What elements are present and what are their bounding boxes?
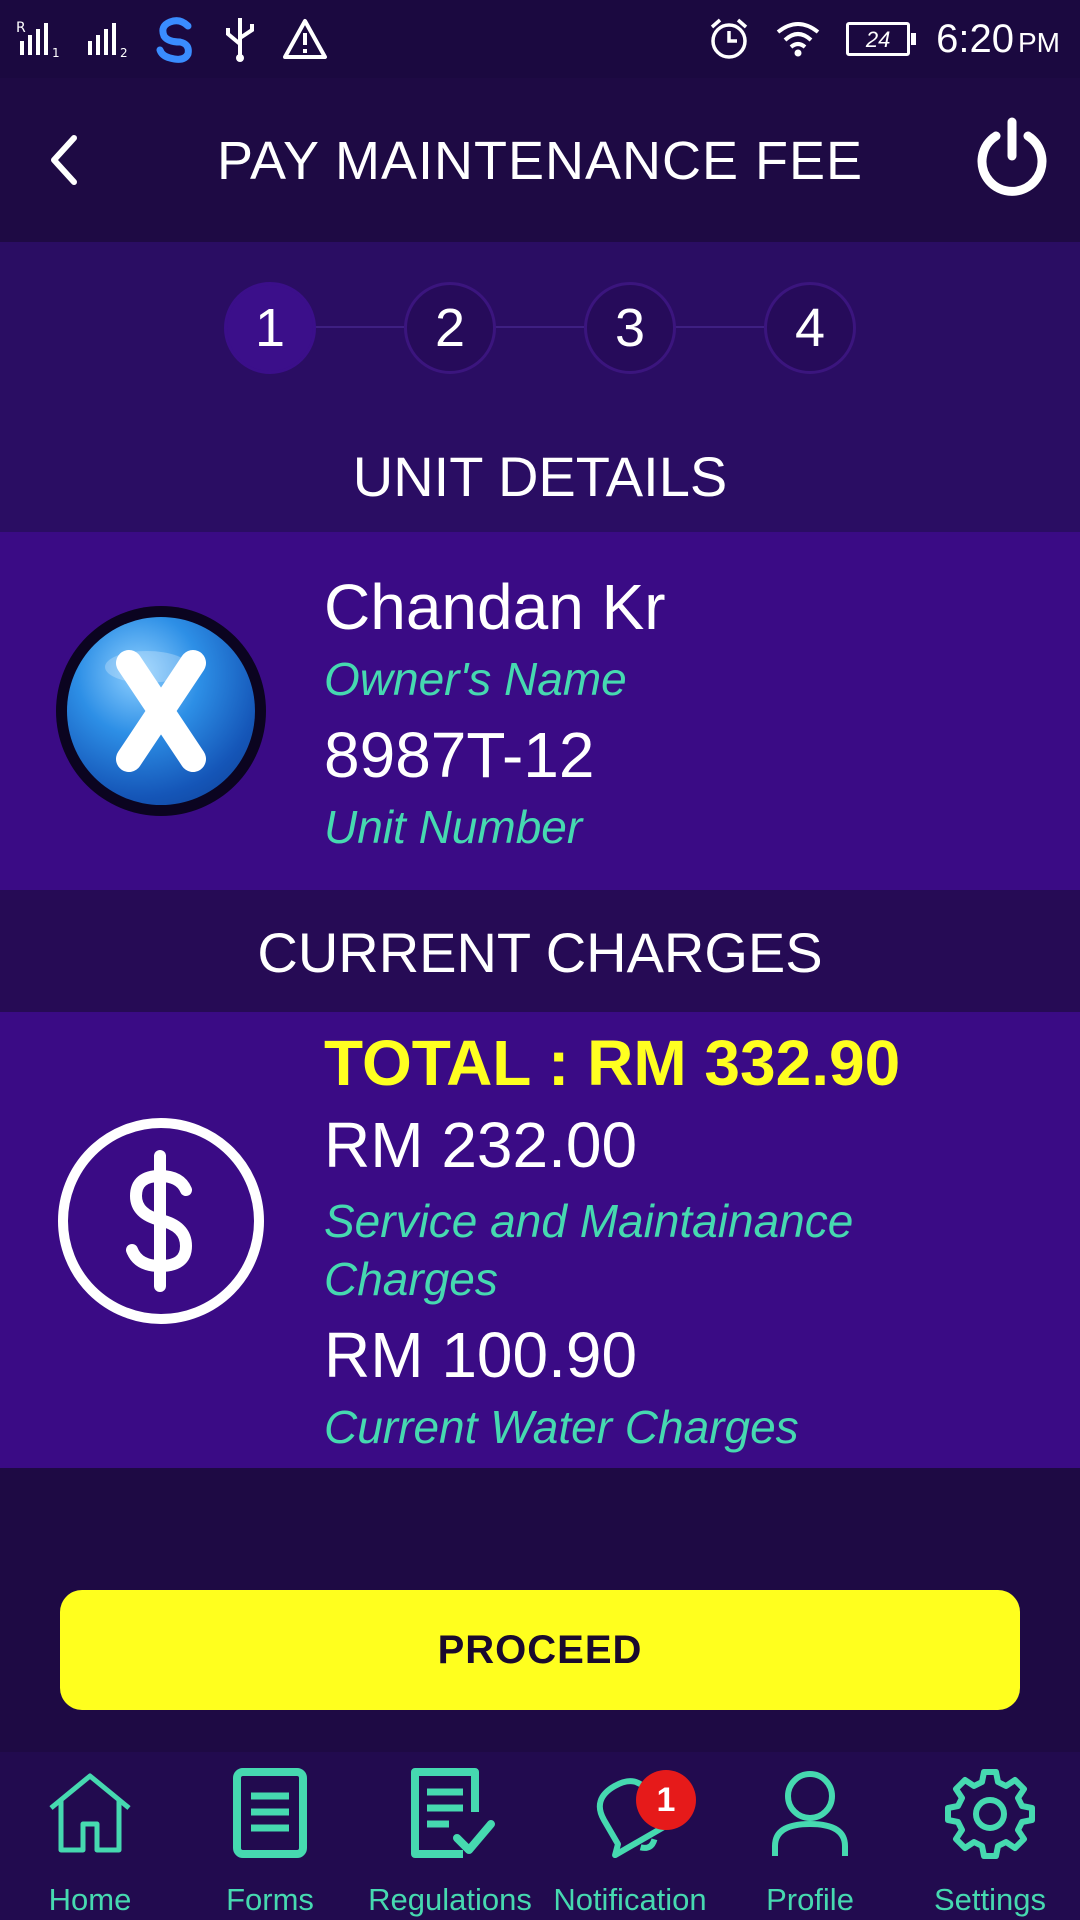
profile-icon <box>772 1771 848 1856</box>
signal-1-icon: R 1 <box>16 20 60 59</box>
avatar <box>56 606 266 816</box>
step-4[interactable]: 4 <box>764 282 856 374</box>
status-bar: R 1 2 24 6:20 PM <box>0 0 1080 78</box>
nav-profile[interactable]: Profile <box>720 1752 900 1920</box>
clock: 6:20 PM <box>936 17 1060 62</box>
nav-forms[interactable]: Forms <box>180 1752 360 1920</box>
x-logo-icon <box>67 617 255 805</box>
svg-text:2: 2 <box>120 46 128 59</box>
svg-text:1: 1 <box>52 46 60 59</box>
nav-notification[interactable]: 1 Notification <box>540 1752 720 1920</box>
battery-icon: 24 <box>846 22 917 56</box>
water-amount: RM 100.90 <box>324 1319 638 1391</box>
current-charges-card: TOTAL : RM 332.90 RM 232.00 Service and … <box>0 1012 1080 1468</box>
water-label: Current Water Charges <box>324 1401 799 1453</box>
unit-details-card: Chandan Kr Owner's Name 8987T-12 Unit Nu… <box>0 532 1080 890</box>
stepper-section: 1 2 3 4 UNIT DETAILS <box>0 242 1080 532</box>
warning-icon <box>283 19 327 59</box>
stepper: 1 2 3 4 <box>224 282 856 374</box>
current-charges-title: CURRENT CHARGES <box>257 921 823 984</box>
svg-text:R: R <box>16 20 26 36</box>
usb-icon <box>226 18 254 62</box>
alarm-icon <box>710 18 748 59</box>
service-amount: RM 232.00 <box>324 1109 638 1181</box>
nav-profile-label: Profile <box>766 1882 854 1917</box>
dollar-icon <box>56 1116 266 1326</box>
gear-icon <box>945 1769 1035 1859</box>
signal-2-icon: 2 <box>88 23 128 59</box>
step-connector <box>670 326 764 328</box>
unit-details-title: UNIT DETAILS <box>352 445 728 508</box>
step-3[interactable]: 3 <box>584 282 676 374</box>
nav-home[interactable]: Home <box>0 1752 180 1920</box>
step-2[interactable]: 2 <box>404 282 496 374</box>
total-amount: TOTAL : RM 332.90 <box>324 1027 901 1099</box>
clock-ampm: PM <box>1018 26 1060 58</box>
unit-details-text: Chandan Kr Owner's Name 8987T-12 Unit Nu… <box>324 570 666 854</box>
nav-settings[interactable]: Settings <box>900 1752 1080 1920</box>
owner-name: Chandan Kr <box>324 571 666 643</box>
status-icons-left: R 1 2 <box>16 14 328 64</box>
nav-forms-label: Forms <box>226 1882 314 1917</box>
bottom-nav: Home Forms Regulations 1 Notification Pr… <box>0 1752 1080 1920</box>
nav-home-label: Home <box>48 1882 132 1917</box>
service-label: Service and Maintainance Charges <box>324 1195 854 1305</box>
charges-text: TOTAL : RM 332.90 RM 232.00 Service and … <box>324 1026 1024 1454</box>
battery-level: 24 <box>865 27 891 52</box>
notification-badge: 1 <box>636 1770 696 1830</box>
page-title: PAY MAINTENANCE FEE <box>216 131 864 191</box>
step-1[interactable]: 1 <box>224 282 316 374</box>
app-s-icon <box>156 17 192 63</box>
power-icon <box>977 117 1047 196</box>
logout-button[interactable] <box>974 116 1050 198</box>
unit-number-label: Unit Number <box>324 801 583 853</box>
wifi-icon <box>776 22 820 57</box>
unit-number: 8987T-12 <box>324 719 595 791</box>
current-charges-header: CURRENT CHARGES <box>0 890 1080 1012</box>
step-connector <box>310 326 404 328</box>
nav-regulations[interactable]: Regulations <box>360 1752 540 1920</box>
status-icons-right: 24 6:20 PM <box>708 10 1060 68</box>
nav-notification-label: Notification <box>553 1882 707 1917</box>
owner-name-label: Owner's Name <box>324 653 627 705</box>
proceed-button[interactable]: PROCEED <box>60 1590 1020 1710</box>
regulations-icon <box>411 1768 495 1858</box>
nav-settings-label: Settings <box>933 1882 1046 1917</box>
clock-time: 6:20 <box>936 16 1014 61</box>
nav-regulations-label: Regulations <box>368 1882 532 1917</box>
app-bar: PAY MAINTENANCE FEE <box>0 78 1080 242</box>
home-icon <box>49 1773 131 1853</box>
step-connector <box>490 326 584 328</box>
forms-icon <box>233 1768 307 1858</box>
